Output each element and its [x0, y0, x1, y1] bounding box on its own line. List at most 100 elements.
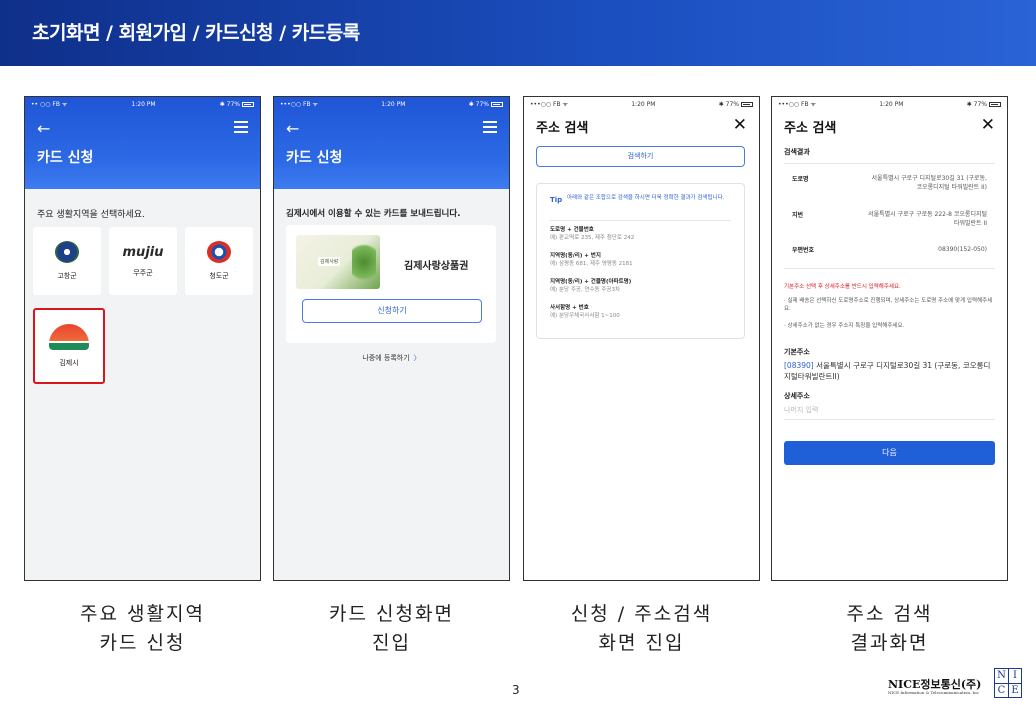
- status-bar: •••○○ FB ᯤ 1:20 PM ✱ 77%: [524, 97, 759, 111]
- base-address-value: [08390] 서울특별시 구로구 디지털로30길 31 (구로동, 코오롱디지…: [784, 360, 994, 382]
- example-value: 예) 분당우체국사서함 1~100: [550, 313, 620, 319]
- divider: [784, 163, 995, 164]
- status-time: 1:20 PM: [879, 100, 904, 108]
- caption-screen-3: 신청 / 주소검색 화면 진입: [570, 603, 713, 654]
- gimje-emblem-icon: [49, 324, 89, 350]
- phone-screen-card-apply: •••○○ FB ᯤ 1:20 PM ✱ 77% ← 카드 신청 김제시에서 이…: [273, 96, 510, 581]
- caption-screen-1: 주요 생활지역 카드 신청: [80, 603, 205, 654]
- notice-required: 기본주소 선택 후 상세주소를 반드시 입력해주세요.: [784, 284, 901, 290]
- example-value: 예) 삼평동 681, 제주 영평동 2181: [550, 261, 633, 267]
- app-header: •••○○ FB ᯤ 1:20 PM ✱ 77% ← 카드 신청: [274, 97, 509, 189]
- card-panel: 김제사랑 김제사랑상품권 신청하기: [286, 225, 496, 343]
- card-image-label: 김제사랑: [318, 257, 341, 266]
- battery-indicator: ✱ 77%: [220, 101, 254, 108]
- apply-button[interactable]: 신청하기: [302, 299, 482, 323]
- region-label: 무주군: [133, 268, 153, 277]
- battery-icon: [988, 101, 1001, 107]
- result-value: 08390(152-050): [938, 246, 987, 253]
- brand-subtitle: NICE Information & Telecommunication, In…: [888, 690, 979, 695]
- input-underline: [784, 419, 995, 420]
- card-prompt: 김제시에서 이용할 수 있는 카드를 보내드립니다.: [286, 209, 461, 219]
- region-tile-gimje-selected[interactable]: 김제시: [33, 308, 105, 384]
- region-label: 김제시: [59, 359, 79, 367]
- battery-indicator: ✱ 77%: [719, 101, 753, 108]
- slide-title: 초기화면 / 회원가입 / 카드신청 / 카드등록: [32, 22, 360, 44]
- battery-icon: [490, 101, 503, 107]
- signal-indicator: •••○○ FB ᯤ: [778, 101, 816, 108]
- tip-label: Tip: [550, 196, 563, 204]
- screen-title: 카드 신청: [37, 150, 94, 166]
- signal-indicator: •••○○ FB ᯤ: [280, 101, 318, 108]
- back-arrow-icon[interactable]: ←: [286, 119, 299, 138]
- region-tile-gochang[interactable]: 고창군: [33, 227, 101, 295]
- status-bar: •• ○○ FB ᯤ 1:20 PM ✱ 77%: [25, 97, 260, 111]
- region-label: 청도군: [209, 272, 229, 280]
- results-title: 검색결과: [784, 148, 810, 156]
- close-icon[interactable]: ✕: [733, 115, 747, 135]
- result-label: 우편번호: [792, 247, 815, 254]
- hamburger-menu-icon[interactable]: [234, 121, 248, 136]
- logo-letter: C: [995, 683, 1008, 698]
- example-label: 지역명(동/리) + 건물명(아파트명): [550, 279, 632, 285]
- caption-screen-2: 카드 신청화면 진입: [329, 603, 454, 654]
- leaf-decoration: [352, 239, 376, 285]
- card-name: 김제사랑상품권: [404, 261, 469, 272]
- region-tile-muju[interactable]: mujiu 무주군: [109, 227, 177, 295]
- base-address-text: 서울특별시 구로구 디지털로30길 31 (구로동, 코오롱디지털타워빌란트II…: [784, 361, 991, 381]
- status-bar: •••○○ FB ᯤ 1:20 PM ✱ 77%: [274, 97, 509, 111]
- example-label: 사서함명 + 번호: [550, 305, 589, 311]
- example-value: 예) 분당 주공, 연수동 주공3차: [550, 287, 621, 293]
- logo-letter: I: [1008, 669, 1021, 683]
- example-item: 도로명 + 건물번호 예) 판교역로 235, 제주 첨단로 242: [550, 226, 634, 242]
- divider: [784, 268, 995, 269]
- example-item: 지역명(동/리) + 건물명(아파트명) 예) 분당 주공, 연수동 주공3차: [550, 278, 631, 294]
- muju-logo: mujiu: [122, 244, 164, 260]
- chevron-right-icon: 〉: [413, 354, 421, 362]
- notice-no-detail: · 상세주소가 없는 경우 주소지 특징을 입력해주세요.: [784, 323, 905, 329]
- signal-indicator: •••○○ FB ᯤ: [530, 101, 568, 108]
- detail-address-input[interactable]: 나머지 입력: [784, 405, 818, 415]
- battery-icon: [740, 101, 753, 107]
- register-later-link[interactable]: 나중에 등록하기 〉: [274, 353, 509, 363]
- phone-screen-address-search: •••○○ FB ᯤ 1:20 PM ✱ 77% 주소 검색 ✕ 검색하기 Ti…: [523, 96, 760, 581]
- signal-indicator: •• ○○ FB ᯤ: [31, 101, 68, 108]
- example-item: 지역명(동/리) + 번지 예) 삼평동 681, 제주 영평동 2181: [550, 252, 633, 268]
- gochang-emblem-icon: [55, 241, 79, 263]
- zip-code: [08390]: [784, 361, 814, 370]
- status-time: 1:20 PM: [131, 100, 156, 108]
- nice-logo: N I C E: [994, 668, 1022, 698]
- next-button[interactable]: 다음: [784, 441, 995, 465]
- region-label: 고창군: [57, 272, 77, 280]
- result-value: 서울특별시 구로구 디지털로30길 31 (구로동, 코오롱디지털 타워빌란트 …: [871, 175, 987, 191]
- logo-letter: E: [1008, 683, 1021, 698]
- phone-screen-region-select: •• ○○ FB ᯤ 1:20 PM ✱ 77% ← 카드 신청 주요 생활지역…: [24, 96, 261, 581]
- screen-title: 주소 검색: [784, 121, 837, 136]
- battery-indicator: ✱ 77%: [967, 101, 1001, 108]
- example-value: 예) 판교역로 235, 제주 첨단로 242: [550, 235, 635, 241]
- region-tile-cheongdo[interactable]: 청도군: [185, 227, 253, 295]
- detail-address-label: 상세주소: [784, 392, 810, 400]
- register-later-label: 나중에 등록하기: [362, 354, 410, 362]
- battery-icon: [241, 101, 254, 107]
- page-number: 3: [512, 683, 520, 697]
- logo-letter: N: [997, 670, 1006, 681]
- search-tip-box: Tip 아래와 같은 조합으로 검색을 하시면 더욱 정확한 결과가 검색됩니다…: [536, 183, 745, 339]
- card-image: 김제사랑: [296, 235, 380, 289]
- region-select-body: 주요 생활지역을 선택하세요. 고창군 mujiu 무주군 청도군 김제시: [25, 189, 260, 580]
- cheongdo-emblem-icon: [207, 241, 231, 263]
- status-bar: •••○○ FB ᯤ 1:20 PM ✱ 77%: [772, 97, 1007, 111]
- search-button[interactable]: 검색하기: [536, 146, 745, 167]
- status-time: 1:20 PM: [381, 100, 406, 108]
- divider: [550, 220, 731, 221]
- result-value: 서울특별시 구로구 구로동 222-8 코오롱디지털타워빌란트 II: [868, 211, 987, 227]
- screen-title: 주소 검색: [536, 121, 589, 136]
- back-arrow-icon[interactable]: ←: [37, 119, 50, 138]
- close-icon[interactable]: ✕: [981, 115, 995, 135]
- phone-screen-address-result: •••○○ FB ᯤ 1:20 PM ✱ 77% 주소 검색 ✕ 검색결과 도로…: [771, 96, 1008, 581]
- result-label: 도로명: [792, 176, 809, 183]
- tip-text: 아래와 같은 조합으로 검색을 하시면 더욱 정확한 결과가 검색됩니다.: [567, 195, 725, 201]
- example-item: 사서함명 + 번호 예) 분당우체국사서함 1~100: [550, 304, 620, 320]
- example-label: 도로명 + 건물번호: [550, 227, 594, 233]
- hamburger-menu-icon[interactable]: [483, 121, 497, 136]
- app-header: •• ○○ FB ᯤ 1:20 PM ✱ 77% ← 카드 신청: [25, 97, 260, 189]
